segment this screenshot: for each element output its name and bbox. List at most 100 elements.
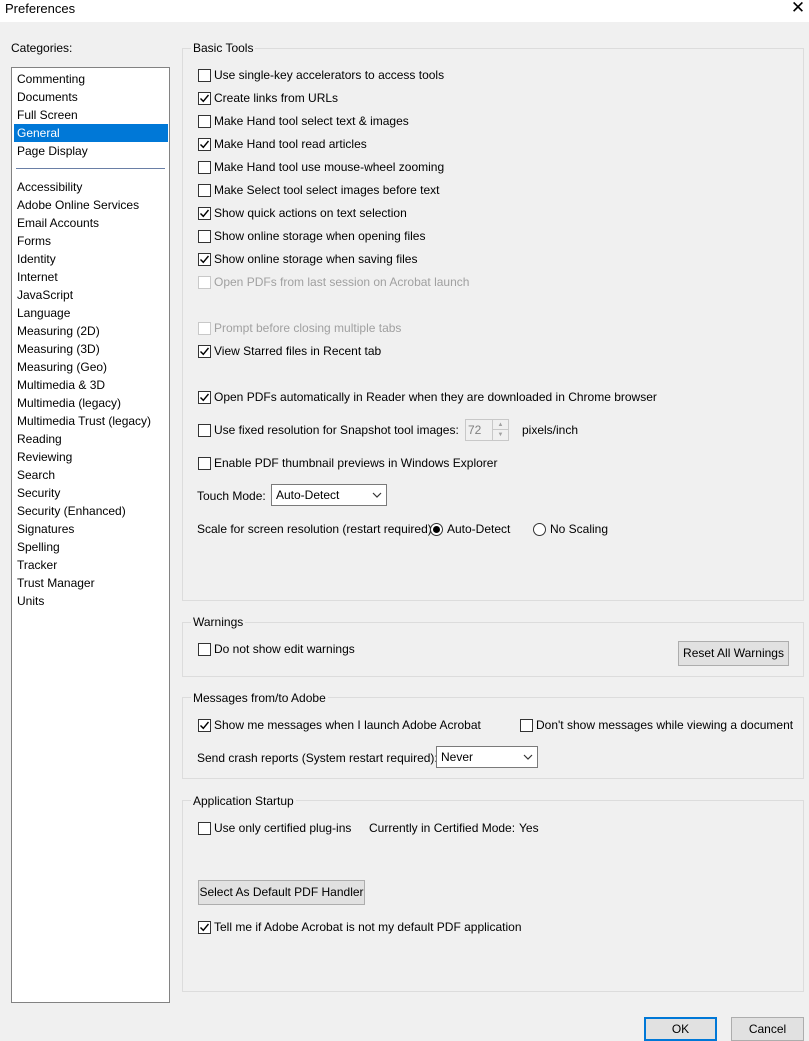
checkbox[interactable] bbox=[198, 920, 211, 934]
option-label: Do not show edit warnings bbox=[214, 642, 355, 656]
checkbox[interactable] bbox=[198, 390, 211, 404]
category-accessibility[interactable]: Accessibility bbox=[14, 178, 168, 196]
option-single-key-accelerators[interactable]: Use single-key accelerators to access to… bbox=[198, 67, 444, 83]
category-security[interactable]: Security bbox=[14, 484, 168, 502]
option-label: Create links from URLs bbox=[214, 91, 339, 105]
checkbox[interactable] bbox=[198, 137, 211, 151]
category-tracker[interactable]: Tracker bbox=[14, 556, 168, 574]
option-starred-recent[interactable]: View Starred files in Recent tab bbox=[198, 343, 381, 359]
category-signatures[interactable]: Signatures bbox=[14, 520, 168, 538]
category-security-enhanced[interactable]: Security (Enhanced) bbox=[14, 502, 168, 520]
category-units[interactable]: Units bbox=[14, 592, 168, 610]
option-open-last-session[interactable]: Open PDFs from last session on Acrobat l… bbox=[198, 274, 469, 290]
categories-list[interactable]: Commenting Documents Full Screen General… bbox=[11, 67, 170, 1003]
option-online-storage-opening[interactable]: Show online storage when opening files bbox=[198, 228, 425, 244]
select-default-pdf-handler-button[interactable]: Select As Default PDF Handler bbox=[198, 880, 365, 905]
checkbox[interactable] bbox=[198, 321, 211, 335]
category-trust-manager[interactable]: Trust Manager bbox=[14, 574, 168, 592]
option-label: Show quick actions on text selection bbox=[214, 206, 407, 220]
option-online-storage-saving[interactable]: Show online storage when saving files bbox=[198, 251, 417, 267]
option-no-edit-warnings[interactable]: Do not show edit warnings bbox=[198, 641, 355, 657]
checkbox[interactable] bbox=[198, 183, 211, 197]
category-full-screen[interactable]: Full Screen bbox=[14, 106, 168, 124]
category-measuring-2d[interactable]: Measuring (2D) bbox=[14, 322, 168, 340]
checkbox[interactable] bbox=[198, 252, 211, 266]
crash-reports-select[interactable]: Never bbox=[436, 746, 538, 768]
option-label: Don't show messages while viewing a docu… bbox=[536, 718, 794, 732]
category-search[interactable]: Search bbox=[14, 466, 168, 484]
category-multimedia-trust-legacy[interactable]: Multimedia Trust (legacy) bbox=[14, 412, 168, 430]
category-measuring-3d[interactable]: Measuring (3D) bbox=[14, 340, 168, 358]
category-javascript[interactable]: JavaScript bbox=[14, 286, 168, 304]
option-hand-read-articles[interactable]: Make Hand tool read articles bbox=[198, 136, 367, 152]
option-thumbnail-previews[interactable]: Enable PDF thumbnail previews in Windows… bbox=[198, 455, 497, 471]
option-certified-plugins[interactable]: Use only certified plug-ins bbox=[198, 820, 351, 836]
reset-all-warnings-button[interactable]: Reset All Warnings bbox=[678, 641, 789, 666]
option-show-messages[interactable]: Show me messages when I launch Adobe Acr… bbox=[198, 717, 481, 733]
option-label: Use fixed resolution for Snapshot tool i… bbox=[214, 423, 459, 437]
warnings-title: Warnings bbox=[191, 615, 246, 629]
checkbox[interactable] bbox=[198, 344, 211, 358]
resolution-spinner[interactable]: 72 ▲ ▼ bbox=[465, 419, 509, 441]
category-forms[interactable]: Forms bbox=[14, 232, 168, 250]
option-label: Make Hand tool use mouse-wheel zooming bbox=[214, 160, 445, 174]
category-commenting[interactable]: Commenting bbox=[14, 70, 168, 88]
option-open-in-chrome[interactable]: Open PDFs automatically in Reader when t… bbox=[198, 389, 657, 405]
checkbox[interactable] bbox=[520, 718, 533, 732]
category-documents[interactable]: Documents bbox=[14, 88, 168, 106]
close-icon[interactable]: ✕ bbox=[787, 0, 809, 20]
option-hand-mouse-wheel-zoom[interactable]: Make Hand tool use mouse-wheel zooming bbox=[198, 159, 444, 175]
checkbox[interactable] bbox=[198, 275, 211, 289]
checkbox[interactable] bbox=[198, 229, 211, 243]
ok-button[interactable]: OK bbox=[644, 1017, 717, 1041]
option-hand-select-text[interactable]: Make Hand tool select text & images bbox=[198, 113, 409, 129]
checkbox[interactable] bbox=[198, 821, 211, 835]
checkbox[interactable] bbox=[198, 114, 211, 128]
touch-mode-value: Auto-Detect bbox=[276, 488, 340, 502]
checkbox[interactable] bbox=[198, 68, 211, 82]
categories-label: Categories: bbox=[11, 41, 73, 55]
category-identity[interactable]: Identity bbox=[14, 250, 168, 268]
radio-button[interactable] bbox=[430, 522, 443, 536]
category-language[interactable]: Language bbox=[14, 304, 168, 322]
category-measuring-geo[interactable]: Measuring (Geo) bbox=[14, 358, 168, 376]
option-quick-actions[interactable]: Show quick actions on text selection bbox=[198, 205, 407, 221]
option-create-links[interactable]: Create links from URLs bbox=[198, 90, 338, 106]
category-multimedia-legacy[interactable]: Multimedia (legacy) bbox=[14, 394, 168, 412]
option-label: Show online storage when saving files bbox=[214, 252, 418, 266]
touch-mode-select[interactable]: Auto-Detect bbox=[271, 484, 387, 506]
checkbox[interactable] bbox=[198, 642, 211, 656]
checkbox[interactable] bbox=[198, 423, 211, 437]
option-fixed-resolution[interactable]: Use fixed resolution for Snapshot tool i… bbox=[198, 422, 459, 438]
category-multimedia-3d[interactable]: Multimedia & 3D bbox=[14, 376, 168, 394]
checkbox[interactable] bbox=[198, 91, 211, 105]
option-label: Enable PDF thumbnail previews in Windows… bbox=[214, 456, 498, 470]
option-tell-me-default[interactable]: Tell me if Adobe Acrobat is not my defau… bbox=[198, 919, 522, 935]
spinner-up-icon[interactable]: ▲ bbox=[493, 420, 508, 430]
checkbox[interactable] bbox=[198, 160, 211, 174]
checkbox[interactable] bbox=[198, 206, 211, 220]
option-label: Tell me if Adobe Acrobat is not my defau… bbox=[214, 920, 522, 934]
startup-title: Application Startup bbox=[191, 794, 296, 808]
category-spelling[interactable]: Spelling bbox=[14, 538, 168, 556]
spinner-down-icon[interactable]: ▼ bbox=[493, 430, 508, 440]
option-dont-show-messages[interactable]: Don't show messages while viewing a docu… bbox=[520, 717, 793, 733]
option-select-images-first[interactable]: Make Select tool select images before te… bbox=[198, 182, 439, 198]
window-title: Preferences bbox=[5, 1, 76, 16]
radio-button[interactable] bbox=[533, 522, 546, 536]
touch-mode-label: Touch Mode: bbox=[197, 489, 266, 503]
option-prompt-closing-tabs[interactable]: Prompt before closing multiple tabs bbox=[198, 320, 401, 336]
checkbox[interactable] bbox=[198, 718, 211, 732]
category-adobe-online-services[interactable]: Adobe Online Services bbox=[14, 196, 168, 214]
radio-label: No Scaling bbox=[550, 522, 609, 536]
radio-no-scaling[interactable]: No Scaling bbox=[533, 521, 608, 537]
category-general[interactable]: General bbox=[14, 124, 168, 142]
radio-auto-detect[interactable]: Auto-Detect bbox=[430, 521, 510, 537]
category-internet[interactable]: Internet bbox=[14, 268, 168, 286]
category-page-display[interactable]: Page Display bbox=[14, 142, 168, 160]
category-email-accounts[interactable]: Email Accounts bbox=[14, 214, 168, 232]
cancel-button[interactable]: Cancel bbox=[731, 1017, 804, 1041]
checkbox[interactable] bbox=[198, 456, 211, 470]
category-reading[interactable]: Reading bbox=[14, 430, 168, 448]
category-reviewing[interactable]: Reviewing bbox=[14, 448, 168, 466]
